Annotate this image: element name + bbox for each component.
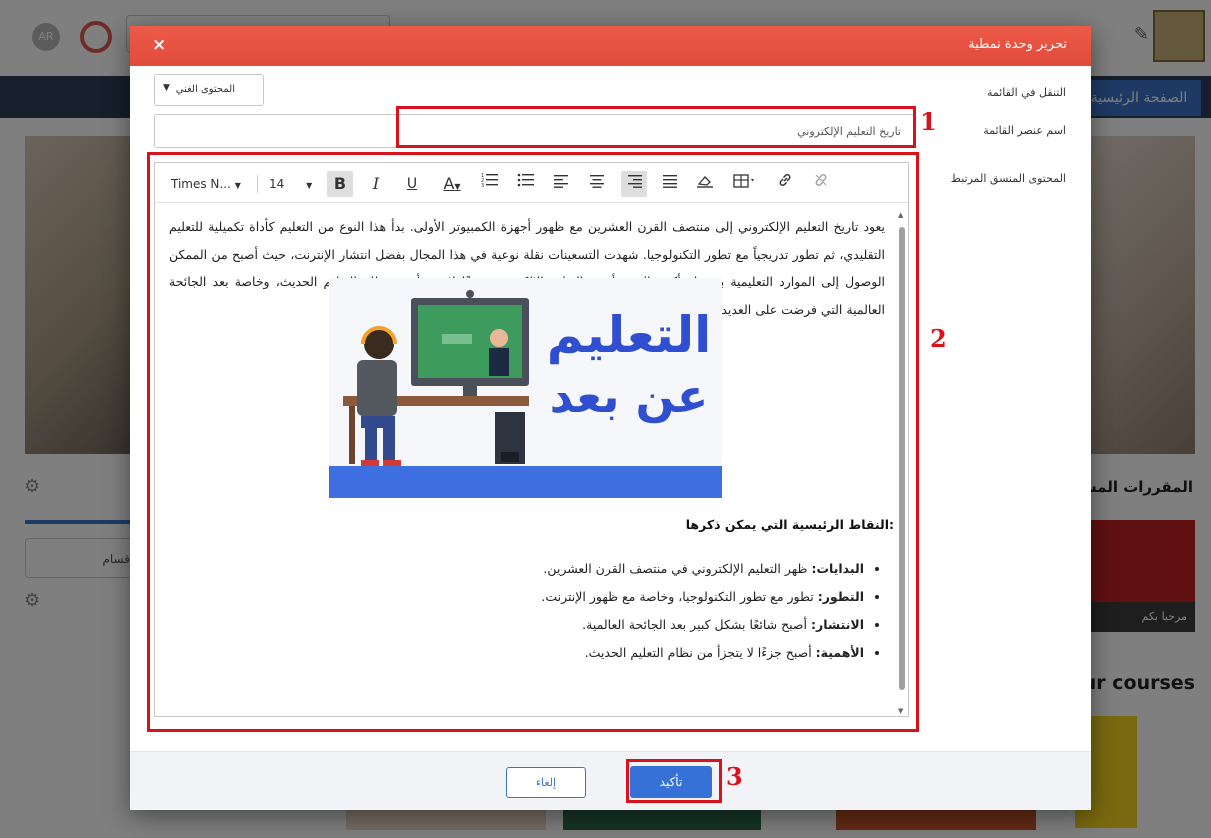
annotation-box-2 <box>147 152 919 732</box>
menu-item-name-label: اسم عنصر القائمة <box>983 124 1066 137</box>
dialog-header: × تحرير وحدة نمطية <box>130 26 1091 66</box>
dialog-title: تحرير وحدة نمطية <box>968 37 1067 52</box>
annotation-box-1 <box>396 106 916 148</box>
close-icon[interactable]: × <box>152 35 166 55</box>
content-type-select[interactable]: ▼ المحتوى الغني <box>154 74 264 106</box>
annotation-number-3: 3 <box>726 762 743 791</box>
annotation-number-1: 1 <box>920 107 937 136</box>
content-type-value: المحتوى الغني <box>175 84 235 95</box>
nav-menu-label: التنقل في القائمة <box>986 86 1066 99</box>
annotation-number-2: 2 <box>930 324 947 353</box>
chevron-down-icon: ▼ <box>163 83 170 93</box>
cancel-button[interactable]: إلغاء <box>506 767 586 798</box>
dialog-footer: إلغاء تأكيد <box>130 751 1091 810</box>
annotation-box-3 <box>626 759 722 803</box>
rich-content-label: المحتوى المنسق المرتبط <box>950 172 1066 185</box>
